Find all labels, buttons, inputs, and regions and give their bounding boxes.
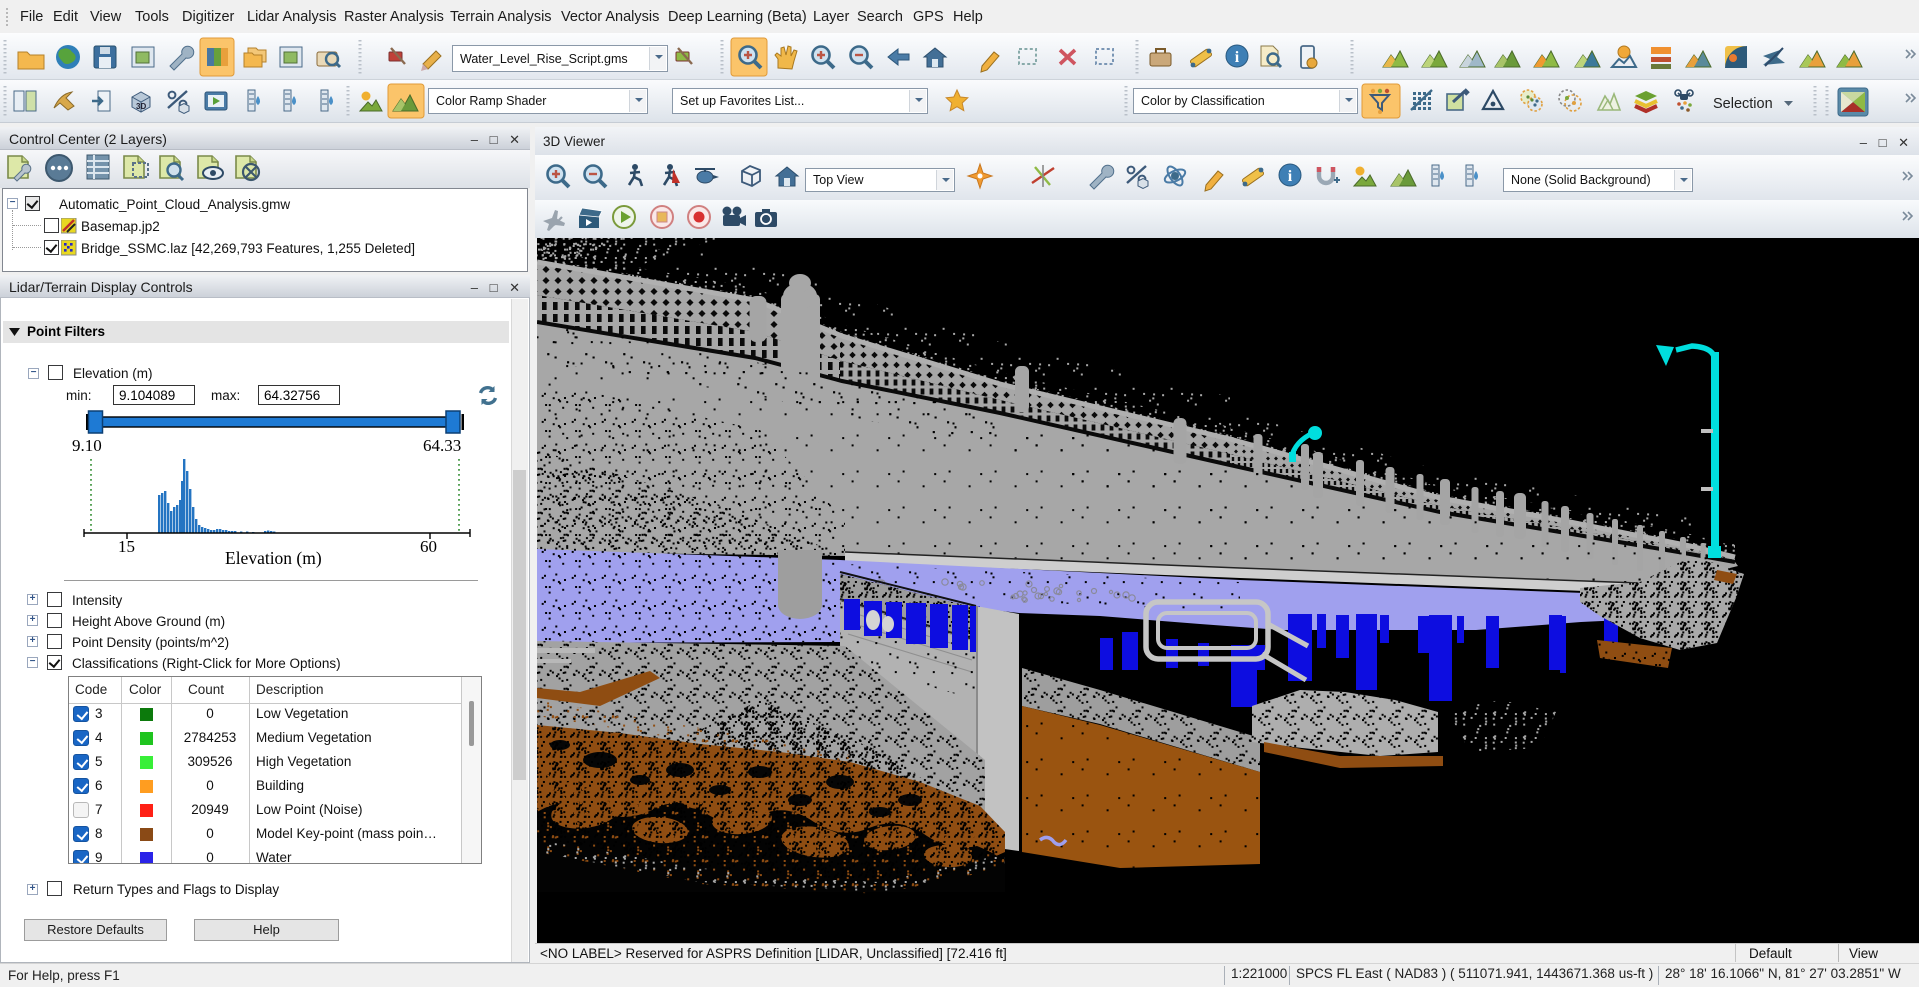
- svg-text:Selection: Selection: [1713, 96, 1773, 112]
- svg-text:i: i: [1288, 168, 1293, 185]
- svg-text:i: i: [1235, 49, 1240, 66]
